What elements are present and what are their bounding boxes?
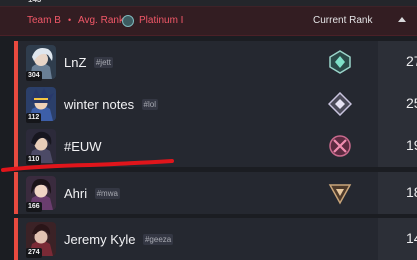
ascendant-rank-icon (329, 50, 351, 74)
player-level: 110 (26, 155, 42, 165)
row-accent (14, 125, 18, 167)
avg-rank-label: Avg. Rank: (78, 15, 127, 26)
player-level: 112 (26, 113, 42, 123)
player-name[interactable]: winter notes (64, 97, 134, 112)
player-tag: #lol (141, 99, 158, 110)
player-stat: 27 (406, 53, 417, 69)
player-row[interactable]: 112 winter notes #lol 25 (14, 83, 417, 125)
row-accent (14, 83, 18, 125)
player-row[interactable]: 304 LnZ #jett 27 (14, 41, 417, 83)
player-level: 166 (26, 202, 42, 212)
team-name: Team B (27, 15, 61, 26)
player-row[interactable]: 110 #EUW 19 (14, 125, 417, 167)
player-row[interactable]: 274 Jeremy Kyle #geeza 14 (14, 218, 417, 260)
row-accent (14, 172, 18, 214)
player-name[interactable]: LnZ (64, 55, 86, 70)
player-tag: #geeza (142, 234, 174, 245)
player-tag: #mwa (94, 188, 120, 199)
player-row[interactable]: 166 Ahri #mwa 18 (14, 172, 417, 214)
platinum-rank-icon (328, 184, 352, 205)
player-name[interactable]: Ahri (64, 186, 87, 201)
header-separator: • (68, 15, 72, 25)
sort-caret-icon[interactable] (398, 17, 406, 22)
player-stat: 25 (406, 95, 417, 111)
player-name[interactable]: Jeremy Kyle (64, 232, 136, 247)
previous-row-level: 143 (28, 0, 41, 4)
player-stat: 18 (406, 184, 417, 200)
diamond-rank-icon (328, 92, 352, 116)
player-name[interactable]: #EUW (64, 139, 102, 154)
row-accent (14, 41, 18, 83)
player-tag: #jett (93, 57, 113, 68)
player-stat: 19 (406, 137, 417, 153)
player-level: 274 (26, 248, 42, 258)
avg-rank-value: Platinum I (139, 15, 184, 26)
row-accent (14, 218, 18, 260)
current-rank-column-header[interactable]: Current Rank (313, 15, 372, 26)
platinum-rank-icon (122, 15, 134, 27)
player-level: 304 (26, 71, 42, 81)
player-stat: 14 (406, 230, 417, 246)
immortal-rank-icon (329, 135, 351, 157)
team-header: Team B • Avg. Rank: Platinum I Current R… (0, 6, 417, 36)
